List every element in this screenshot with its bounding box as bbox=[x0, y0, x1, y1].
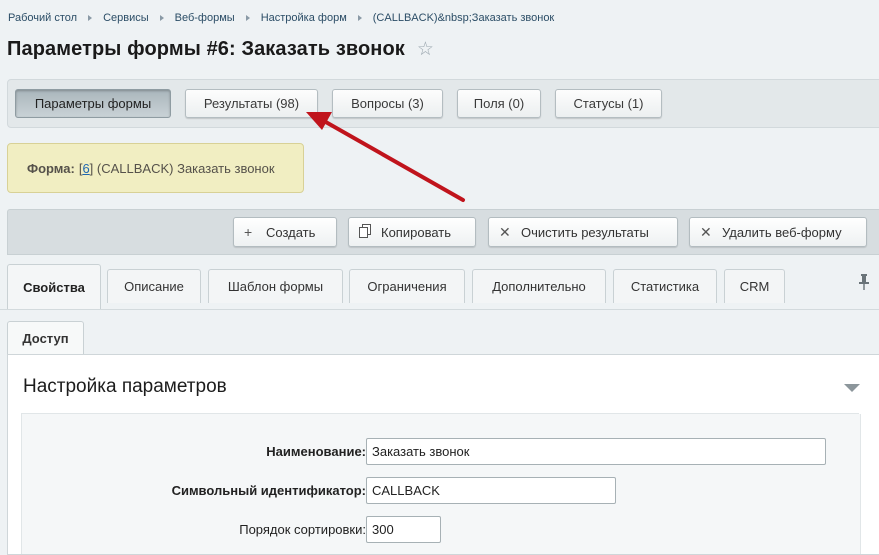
name-label: Наименование: bbox=[266, 444, 366, 459]
pin-icon[interactable] bbox=[859, 274, 869, 293]
fields-panel: Наименование: Символьный идентификатор: … bbox=[21, 414, 861, 554]
delete-webform-button[interactable]: ✕ Удалить веб-форму bbox=[689, 217, 867, 247]
sort-input[interactable] bbox=[366, 516, 441, 543]
tab-results[interactable]: Результаты (98) bbox=[185, 89, 318, 118]
delete-webform-button-label: Удалить веб-форму bbox=[722, 224, 842, 240]
create-button[interactable]: + Создать bbox=[233, 217, 337, 247]
field-row-sort: Порядок сортировки: bbox=[22, 516, 860, 543]
tab-statistics[interactable]: Статистика bbox=[613, 269, 717, 303]
context-toolbar: Параметры формы Результаты (98) Вопросы … bbox=[7, 79, 879, 128]
sort-label: Порядок сортировки: bbox=[239, 522, 366, 537]
copy-icon bbox=[359, 223, 381, 241]
breadcrumb: Рабочий стол Сервисы Веб-формы Настройка… bbox=[8, 10, 554, 26]
tab-crm[interactable]: CRM bbox=[724, 269, 785, 303]
breadcrumb-item-form-settings[interactable]: Настройка форм bbox=[261, 12, 347, 24]
plus-icon: + bbox=[244, 224, 253, 240]
form-info-note: Форма: [6] (CALLBACK) Заказать звонок bbox=[7, 143, 304, 193]
name-input[interactable] bbox=[366, 438, 826, 465]
clear-results-button-label: Очистить результаты bbox=[521, 224, 649, 240]
star-icon[interactable]: ☆ bbox=[417, 40, 434, 59]
breadcrumb-item-services[interactable]: Сервисы bbox=[103, 12, 149, 24]
tab-additional[interactable]: Дополнительно bbox=[472, 269, 606, 303]
breadcrumb-item-current[interactable]: (CALLBACK)&nbsp;Заказать звонок bbox=[373, 12, 554, 24]
create-button-label: Создать bbox=[266, 224, 316, 240]
breadcrumb-item-webforms[interactable]: Веб-формы bbox=[175, 12, 235, 24]
settings-tabs-row2: Доступ bbox=[0, 309, 879, 355]
form-note-text: (CALLBACK) Заказать звонок bbox=[96, 160, 275, 176]
tab-fields[interactable]: Поля (0) bbox=[457, 89, 541, 118]
copy-button[interactable]: Копировать bbox=[348, 217, 476, 247]
clear-results-button[interactable]: ✕ Очистить результаты bbox=[488, 217, 678, 247]
breadcrumb-separator-icon bbox=[159, 15, 164, 21]
collapse-arrow-icon[interactable] bbox=[844, 384, 860, 392]
breadcrumb-separator-icon bbox=[88, 15, 93, 21]
form-note-label: Форма: bbox=[27, 160, 75, 176]
field-row-name: Наименование: bbox=[22, 438, 860, 465]
settings-tabs: Свойства Описание Шаблон формы Ограничен… bbox=[7, 262, 879, 309]
tab-properties[interactable]: Свойства bbox=[7, 264, 101, 309]
breadcrumb-separator-icon bbox=[357, 15, 362, 21]
tab-questions[interactable]: Вопросы (3) bbox=[332, 89, 443, 118]
tab-access[interactable]: Доступ bbox=[7, 321, 84, 355]
clear-icon: ✕ bbox=[499, 223, 511, 240]
delete-icon: ✕ bbox=[700, 223, 712, 240]
field-row-code: Символьный идентификатор: bbox=[22, 477, 860, 504]
tab-form-params[interactable]: Параметры формы bbox=[15, 89, 171, 118]
action-toolbar: + Создать Копировать ✕ Очистить результа… bbox=[7, 209, 879, 255]
settings-panel: Настройка параметров Наименование: Симво… bbox=[7, 354, 879, 555]
breadcrumb-separator-icon bbox=[245, 15, 250, 21]
tab-restrictions[interactable]: Ограничения bbox=[349, 269, 465, 303]
tab-description[interactable]: Описание bbox=[107, 269, 201, 303]
section-title: Настройка параметров bbox=[23, 376, 227, 397]
tab-form-template[interactable]: Шаблон формы bbox=[208, 269, 343, 303]
form-id-link[interactable]: 6 bbox=[82, 161, 89, 176]
tab-statuses[interactable]: Статусы (1) bbox=[555, 89, 662, 118]
copy-button-label: Копировать bbox=[381, 224, 451, 240]
page-title: Параметры формы #6: Заказать звонок bbox=[7, 38, 405, 60]
code-input[interactable] bbox=[366, 477, 616, 504]
breadcrumb-item-desktop[interactable]: Рабочий стол bbox=[8, 12, 77, 24]
code-label: Символьный идентификатор: bbox=[171, 483, 366, 498]
title-row: Параметры формы #6: Заказать звонок ☆ bbox=[7, 38, 434, 61]
